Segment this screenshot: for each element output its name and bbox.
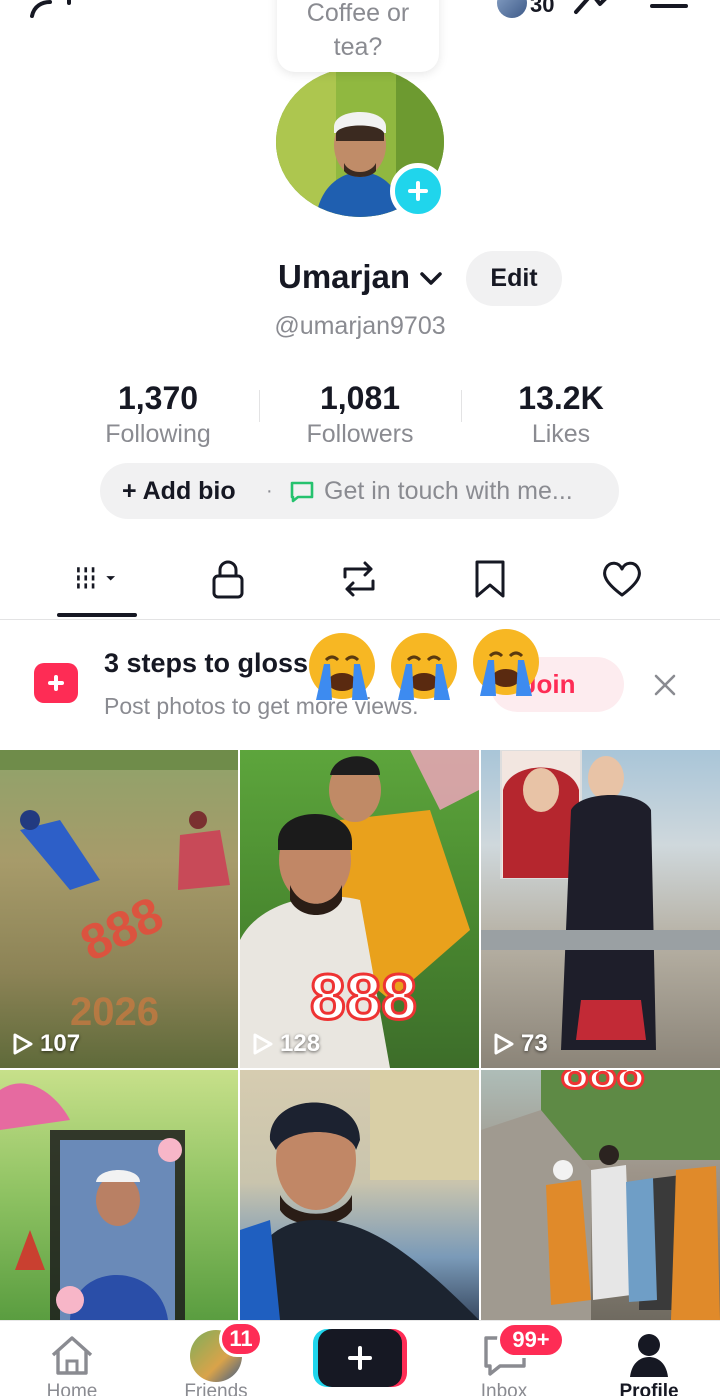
- message-icon: [290, 481, 314, 503]
- repost-icon[interactable]: [337, 557, 381, 601]
- video-thumbnail[interactable]: 888 128: [240, 750, 479, 1068]
- nav-profile-label[interactable]: Profile: [589, 1381, 709, 1396]
- inbox-badge: 99+: [497, 1322, 565, 1358]
- view-count: 73: [493, 1030, 548, 1058]
- video-overlay-text: 888: [559, 1070, 645, 1101]
- thumbnail-scene: [0, 1083, 185, 1320]
- bio-bar: + Add bio · Get in touch with me...: [100, 463, 619, 519]
- thumbnail-scene: [481, 1070, 720, 1320]
- stat-likes-label: Likes: [531, 420, 591, 448]
- lock-icon[interactable]: [206, 557, 250, 601]
- stat-following-label: Following: [105, 420, 211, 448]
- video-thumbnail[interactable]: [240, 1070, 479, 1320]
- play-icon: [253, 1033, 273, 1055]
- video-overlay-text: 2026: [70, 990, 159, 1034]
- status-bubble-text: Coffee or tea?: [306, 0, 410, 61]
- grid-icon[interactable]: [74, 557, 118, 601]
- thumbnail-scene: [481, 750, 720, 1050]
- status-bubble[interactable]: Coffee or tea?: [277, 0, 439, 72]
- stat-following-value: 1,370: [117, 380, 199, 416]
- video-overlay-text: 888: [309, 960, 419, 1035]
- video-thumbnail[interactable]: 888: [481, 1070, 720, 1320]
- create-button[interactable]: [318, 1329, 402, 1387]
- stat-followers[interactable]: 1,081 Followers: [260, 378, 460, 450]
- nav-home-label[interactable]: Home: [12, 1381, 132, 1396]
- view-count: 128: [252, 1030, 320, 1058]
- heart-icon[interactable]: [600, 557, 644, 601]
- video-thumbnail[interactable]: 73: [481, 750, 720, 1068]
- home-icon[interactable]: [48, 1333, 96, 1377]
- nav-friends-label[interactable]: Friends: [156, 1381, 276, 1396]
- view-count-text: 73: [521, 1030, 548, 1057]
- stat-followers-value: 1,081: [319, 380, 401, 416]
- profile-icon[interactable]: [628, 1331, 670, 1377]
- profile-screen: Coffee or tea? 30 Umarjan Edit @umarjan9…: [0, 0, 720, 1396]
- close-icon[interactable]: [653, 673, 677, 697]
- share-icon[interactable]: [572, 0, 616, 16]
- thumbnail-scene: [240, 1070, 479, 1320]
- edit-profile-button[interactable]: Edit: [466, 251, 562, 306]
- nav-inbox-label[interactable]: Inbox: [444, 1381, 564, 1396]
- viewer-avatar[interactable]: [497, 0, 527, 18]
- crying-emoji-icon: [309, 633, 375, 700]
- stat-likes-value: 13.2K: [518, 380, 604, 416]
- play-icon: [13, 1033, 33, 1055]
- viewer-count: 30: [530, 0, 555, 17]
- add-avatar-button[interactable]: [390, 163, 446, 219]
- play-icon: [494, 1033, 514, 1055]
- stat-likes[interactable]: 13.2K Likes: [461, 378, 661, 450]
- crying-emoji-icon: [473, 629, 539, 696]
- chevron-down-icon[interactable]: [419, 271, 443, 287]
- video-thumbnail[interactable]: [0, 1070, 238, 1320]
- view-count-text: 107: [40, 1030, 81, 1057]
- friends-badge: 11: [219, 1321, 263, 1357]
- crying-emoji-icon: [391, 633, 457, 700]
- menu-icon[interactable]: [650, 4, 688, 8]
- view-count-text: 128: [280, 1030, 321, 1057]
- contact-info-button[interactable]: Get in touch with me...: [324, 463, 573, 519]
- profile-name[interactable]: Umarjan: [278, 258, 410, 296]
- profile-handle: @umarjan9703: [274, 312, 446, 340]
- bio-separator: ·: [266, 480, 273, 502]
- stat-following[interactable]: 1,370 Following: [58, 378, 258, 450]
- bookmark-icon[interactable]: [468, 557, 512, 601]
- view-count: 107: [12, 1030, 80, 1058]
- add-bio-button[interactable]: + Add bio: [122, 463, 236, 519]
- video-thumbnail[interactable]: 888 2026 107: [0, 750, 238, 1068]
- add-friend-icon[interactable]: [28, 0, 78, 20]
- stat-followers-label: Followers: [306, 420, 414, 448]
- active-tab-indicator: [57, 613, 137, 617]
- camera-plus-icon: [34, 663, 78, 703]
